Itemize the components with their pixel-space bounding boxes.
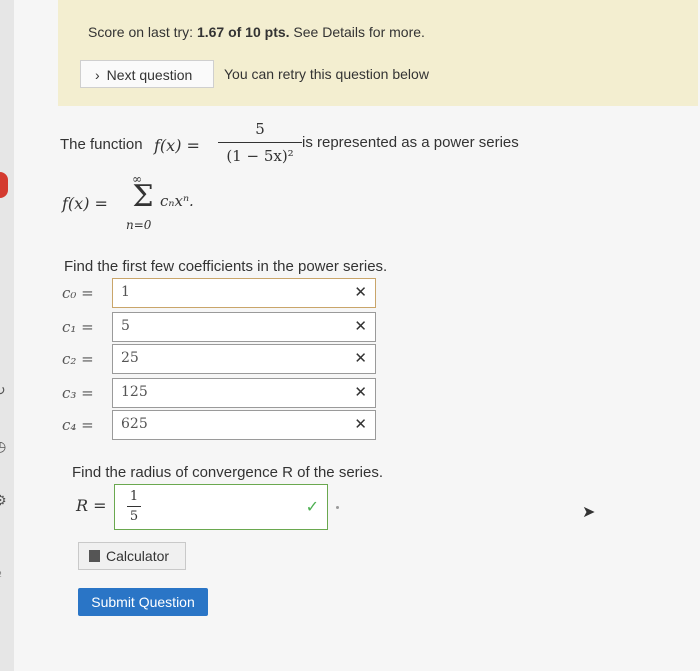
next-question-label: Next question [106, 67, 193, 83]
chevron-right-icon: › [95, 67, 100, 83]
coefficient-value: 1 [121, 284, 130, 300]
coefficient-input[interactable]: 125 ✕ [112, 378, 376, 408]
calculator-button[interactable]: Calculator [78, 542, 186, 570]
next-question-button[interactable]: › Next question [80, 60, 214, 88]
coefficient-value: 125 [121, 384, 148, 400]
coefficient-input[interactable]: 1 ✕ [112, 278, 376, 308]
sidebar-tab-indicator[interactable] [0, 172, 8, 198]
fraction-numerator: 5 [218, 120, 302, 143]
radius-numerator: 1 [127, 489, 141, 507]
incorrect-icon: ✕ [354, 284, 367, 301]
correct-check-icon: ✓ [305, 499, 319, 516]
represented-text: is represented as a power series [302, 134, 519, 151]
radius-fraction: 1 5 [127, 489, 141, 524]
period-dot [336, 506, 339, 509]
coefficient-label: c₀ = [62, 284, 94, 302]
sigma-symbol: Σ [132, 179, 154, 214]
submit-question-button[interactable]: Submit Question [78, 588, 208, 616]
radius-label: R = [76, 496, 107, 515]
coefficient-value: 25 [121, 350, 139, 366]
question-page: Score on last try: 1.67 of 10 pts. See D… [14, 0, 700, 671]
score-text: Score on last try: 1.67 of 10 pts. See D… [88, 24, 425, 40]
score-prefix: Score on last try: [88, 24, 197, 40]
calculator-icon [89, 550, 100, 562]
function-fraction: 5 (1 − 5x)² [218, 120, 302, 165]
radius-input[interactable]: 1 5 ✓ [114, 484, 328, 530]
sum-lower-limit: n=0 [126, 218, 152, 232]
score-banner: Score on last try: 1.67 of 10 pts. See D… [58, 0, 698, 106]
coefficient-value: 5 [121, 318, 130, 334]
calculator-label: Calculator [106, 548, 170, 564]
fraction-denominator: (1 − 5x)² [226, 147, 294, 165]
score-suffix: See Details for more. [289, 24, 425, 40]
incorrect-icon: ✕ [354, 384, 367, 401]
incorrect-icon: ✕ [354, 350, 367, 367]
find-coefficients-prompt: Find the first few coefficients in the p… [64, 258, 388, 275]
question-intro: The function [60, 136, 143, 153]
arrow-icon[interactable]: › [0, 304, 10, 320]
coefficient-label: c₄ = [62, 416, 94, 434]
coefficient-input[interactable]: 25 ✕ [112, 344, 376, 374]
sum-lhs: f(x) = [62, 194, 108, 213]
gear-icon[interactable]: ⚙ [0, 492, 10, 508]
clock-icon[interactable]: ◷ [0, 438, 10, 454]
retry-text: You can retry this question below [224, 66, 429, 82]
question-content: The function f(x) = 5 (1 − 5x)² is repre… [14, 106, 700, 671]
incorrect-icon: ✕ [354, 318, 367, 335]
coefficient-input[interactable]: 625 ✕ [112, 410, 376, 440]
sum-term: cₙxⁿ. [160, 192, 194, 210]
coefficient-label: c₁ = [62, 318, 94, 336]
fx-equals: f(x) = [154, 136, 200, 155]
refresh-icon[interactable]: ↻ [0, 382, 10, 398]
mouse-cursor-icon: ➤ [582, 504, 596, 521]
left-sidebar: › › ↻ ◷ ⚙ ♀ [0, 0, 14, 671]
arrow-icon[interactable]: › [0, 246, 10, 262]
find-radius-prompt: Find the radius of convergence R of the … [72, 464, 384, 481]
coefficient-label: c₃ = [62, 384, 94, 402]
lightbulb-icon[interactable]: ♀ [0, 566, 10, 582]
coefficient-value: 625 [121, 416, 148, 432]
radius-denominator: 5 [129, 509, 139, 524]
incorrect-icon: ✕ [354, 416, 367, 433]
score-value: 1.67 of 10 pts. [196, 24, 290, 40]
coefficient-input[interactable]: 5 ✕ [112, 312, 376, 342]
coefficient-label: c₂ = [62, 350, 94, 368]
